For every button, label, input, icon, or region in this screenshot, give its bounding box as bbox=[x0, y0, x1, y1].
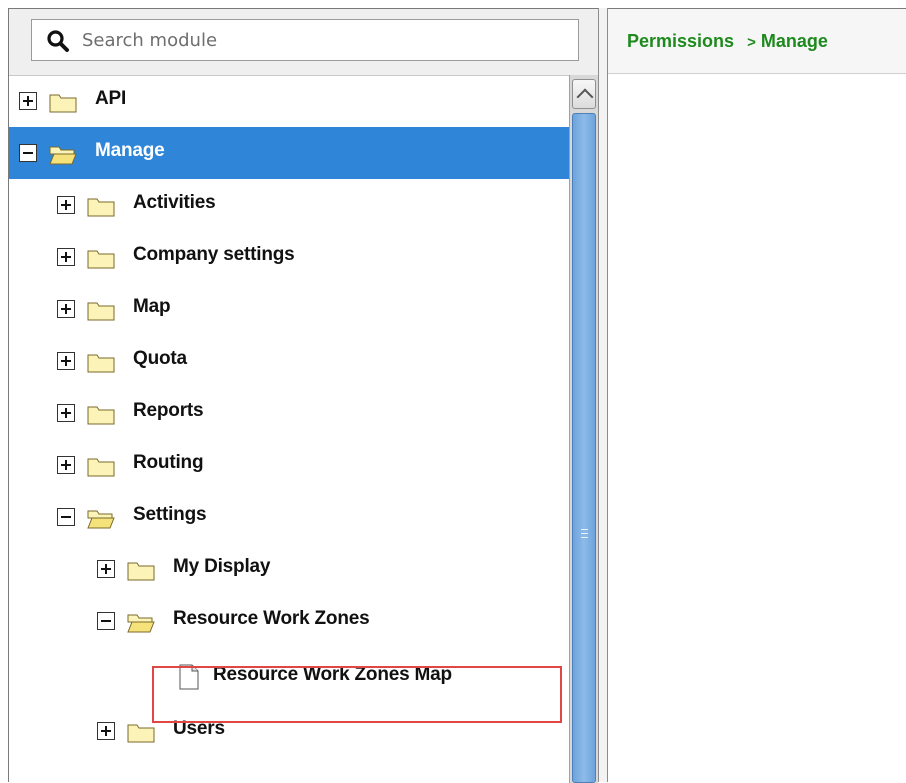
search-box[interactable] bbox=[31, 19, 579, 61]
tree-node-label: My Display bbox=[173, 556, 271, 577]
open-folder-icon bbox=[127, 614, 155, 633]
expand-toggle[interactable] bbox=[57, 404, 75, 422]
tree-node-activities[interactable]: Activities bbox=[9, 179, 569, 231]
search-input[interactable] bbox=[82, 24, 562, 56]
expand-toggle[interactable] bbox=[19, 92, 37, 110]
folder-icon bbox=[87, 198, 115, 217]
tree-node-label: Manage bbox=[95, 140, 165, 161]
tree-node-label: Users bbox=[173, 718, 225, 739]
tree-node-label: Company settings bbox=[133, 244, 295, 265]
module-tree: API Manage Activities Company settings M… bbox=[9, 75, 569, 783]
breadcrumb-current: Manage bbox=[760, 31, 828, 51]
breadcrumb-separator: > bbox=[747, 34, 756, 51]
tree-node-label: Routing bbox=[133, 452, 204, 473]
expand-toggle[interactable] bbox=[97, 722, 115, 740]
breadcrumb-root[interactable]: Permissions bbox=[627, 31, 734, 51]
scroll-thumb[interactable] bbox=[572, 113, 596, 783]
module-tree-panel: API Manage Activities Company setti bbox=[8, 8, 598, 783]
expand-toggle[interactable] bbox=[57, 196, 75, 214]
tree-node-users[interactable]: Users bbox=[9, 705, 569, 757]
tree-node-company-settings[interactable]: Company settings bbox=[9, 231, 569, 283]
tree-node-resource-work-zones[interactable]: Resource Work Zones bbox=[9, 595, 569, 647]
tree-node-label: Activities bbox=[133, 192, 216, 213]
content-panel: Permissions > Manage bbox=[608, 8, 906, 782]
tree-node-api[interactable]: API bbox=[9, 75, 569, 127]
tree-node-routing[interactable]: Routing bbox=[9, 439, 569, 491]
tree-node-settings[interactable]: Settings bbox=[9, 491, 569, 543]
tree-node-label: Resource Work Zones bbox=[173, 608, 370, 629]
expand-toggle[interactable] bbox=[97, 560, 115, 578]
grip-icon bbox=[581, 529, 588, 541]
tree-node-label: Map bbox=[133, 296, 171, 317]
tree-node-manage[interactable]: Manage bbox=[9, 127, 569, 179]
search-bar bbox=[9, 9, 598, 76]
tree-node-resource-work-zones-map[interactable]: Resource Work Zones Map bbox=[9, 651, 569, 703]
open-folder-icon bbox=[87, 510, 115, 529]
panel-splitter[interactable] bbox=[598, 8, 608, 782]
tree-node-quota[interactable]: Quota bbox=[9, 335, 569, 387]
open-folder-icon bbox=[49, 146, 77, 165]
folder-icon bbox=[127, 724, 155, 743]
folder-icon bbox=[87, 354, 115, 373]
folder-icon bbox=[87, 406, 115, 425]
breadcrumb-bar: Permissions > Manage bbox=[608, 8, 906, 74]
window-top-edge bbox=[0, 0, 906, 8]
document-icon bbox=[179, 664, 199, 690]
expand-toggle[interactable] bbox=[57, 300, 75, 318]
tree-node-map[interactable]: Map bbox=[9, 283, 569, 335]
tree-node-label: Resource Work Zones Map bbox=[213, 664, 452, 685]
folder-icon bbox=[49, 94, 77, 113]
chevron-up-icon bbox=[576, 88, 594, 106]
tree-node-label: Settings bbox=[133, 504, 207, 525]
expand-toggle[interactable] bbox=[57, 456, 75, 474]
search-icon bbox=[47, 30, 69, 52]
breadcrumb: Permissions > Manage bbox=[627, 31, 828, 52]
tree-node-my-display[interactable]: My Display bbox=[9, 543, 569, 595]
expand-toggle[interactable] bbox=[57, 352, 75, 370]
collapse-toggle[interactable] bbox=[57, 508, 75, 526]
collapse-toggle[interactable] bbox=[97, 612, 115, 630]
tree-node-label: Quota bbox=[133, 348, 187, 369]
tree-node-label: Reports bbox=[133, 400, 204, 421]
scroll-up-button[interactable] bbox=[572, 79, 596, 109]
collapse-toggle[interactable] bbox=[19, 144, 37, 162]
folder-icon bbox=[87, 458, 115, 477]
tree-node-reports[interactable]: Reports bbox=[9, 387, 569, 439]
folder-icon bbox=[87, 250, 115, 269]
tree-node-label: API bbox=[95, 88, 127, 109]
folder-icon bbox=[87, 302, 115, 321]
expand-toggle[interactable] bbox=[57, 248, 75, 266]
folder-icon bbox=[127, 562, 155, 581]
tree-scrollbar[interactable] bbox=[569, 75, 598, 783]
